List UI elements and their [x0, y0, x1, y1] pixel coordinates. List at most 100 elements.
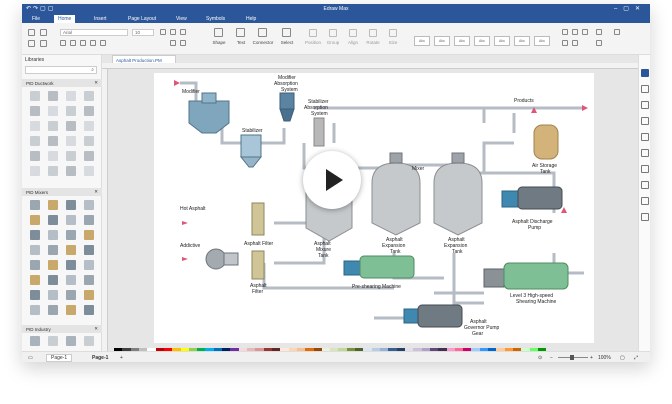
style-swatch-4[interactable]: Abc	[474, 36, 490, 46]
library-shape[interactable]	[30, 336, 40, 346]
library-shape[interactable]	[66, 230, 76, 240]
comment-panel-icon[interactable]	[641, 197, 649, 205]
cut-icon[interactable]	[28, 29, 35, 36]
library-shape[interactable]	[84, 121, 94, 131]
shape-tool-icon[interactable]	[214, 28, 223, 37]
menu-symbols[interactable]: Symbols	[202, 15, 229, 23]
font-color-icon[interactable]	[100, 40, 106, 46]
library-shape[interactable]	[84, 336, 94, 346]
shadow-icon[interactable]	[582, 29, 588, 35]
library-shape[interactable]	[48, 166, 58, 176]
group-label[interactable]: Group	[322, 40, 344, 45]
library-shape[interactable]	[30, 275, 40, 285]
library-shape[interactable]	[30, 290, 40, 300]
library-shape[interactable]	[30, 136, 40, 146]
select-tool-label[interactable]: Select	[276, 40, 298, 45]
align-icon[interactable]	[180, 29, 186, 35]
list-icon[interactable]	[170, 40, 176, 46]
library-shape[interactable]	[48, 275, 58, 285]
library-shape[interactable]	[84, 136, 94, 146]
library-shape[interactable]	[30, 230, 40, 240]
page-tab[interactable]: Page-1	[92, 355, 108, 361]
rotate-icon[interactable]	[369, 29, 377, 37]
tools-icon[interactable]	[596, 40, 602, 46]
library-shape[interactable]	[66, 290, 76, 300]
image-panel-icon[interactable]	[641, 133, 649, 141]
underline-icon[interactable]	[80, 40, 86, 46]
size-label[interactable]: Size	[382, 40, 404, 45]
library-shape[interactable]	[66, 166, 76, 176]
library-shape[interactable]	[84, 215, 94, 225]
library-shape[interactable]	[48, 121, 58, 131]
style-swatch-3[interactable]: Abc	[454, 36, 470, 46]
replace-icon[interactable]	[562, 40, 568, 46]
shape-tool-label[interactable]: Shape	[208, 40, 230, 45]
library-shape[interactable]	[48, 230, 58, 240]
library-shape[interactable]	[30, 305, 40, 315]
strikethrough-icon[interactable]	[90, 40, 96, 46]
menu-insert[interactable]: Insert	[90, 15, 111, 23]
menu-file[interactable]: File	[28, 15, 44, 23]
document-tab[interactable]: Asphalt Production.PM	[112, 55, 176, 63]
library-search-input[interactable]: ⌕	[25, 66, 97, 74]
library-shape[interactable]	[66, 305, 76, 315]
library-shape[interactable]	[66, 245, 76, 255]
page-view-icon[interactable]: ▭	[28, 355, 33, 361]
rotate-label[interactable]: Rotate	[362, 40, 384, 45]
home-panel-icon[interactable]	[641, 69, 649, 77]
page-selector[interactable]: Page-1	[46, 354, 73, 362]
library-shape[interactable]	[84, 106, 94, 116]
library-shape[interactable]	[84, 166, 94, 176]
copy-icon[interactable]	[40, 29, 47, 36]
font-grow-icon[interactable]	[160, 29, 166, 35]
library-shape[interactable]	[30, 91, 40, 101]
zoom-out-icon[interactable]: −	[550, 355, 553, 361]
library-shape[interactable]	[66, 336, 76, 346]
window-controls[interactable]: –▢✕	[614, 5, 646, 12]
library-shape[interactable]	[84, 230, 94, 240]
settings-icon[interactable]	[614, 29, 620, 35]
library-shape[interactable]	[84, 91, 94, 101]
library-shape[interactable]	[66, 136, 76, 146]
library-shape[interactable]	[48, 305, 58, 315]
library-shape[interactable]	[84, 290, 94, 300]
italic-icon[interactable]	[70, 40, 76, 46]
library-shape[interactable]	[30, 106, 40, 116]
library-shape[interactable]	[48, 336, 58, 346]
library-shape[interactable]	[84, 305, 94, 315]
library-shape[interactable]	[30, 245, 40, 255]
close-icon[interactable]: ✕	[94, 80, 98, 86]
library-shape[interactable]	[48, 290, 58, 300]
library-shape[interactable]	[66, 200, 76, 210]
library-shape[interactable]	[48, 91, 58, 101]
font-size-field[interactable]: 10	[132, 29, 154, 36]
style-swatch-5[interactable]: Abc	[494, 36, 510, 46]
position-label[interactable]: Position	[302, 40, 324, 45]
library-shape[interactable]	[84, 151, 94, 161]
library-shape[interactable]	[30, 166, 40, 176]
play-video-button[interactable]	[303, 151, 361, 209]
menu-view[interactable]: View	[172, 15, 191, 23]
connector-tool-label[interactable]: Connector	[248, 40, 278, 45]
indent-icon[interactable]	[180, 40, 186, 46]
library-shape[interactable]	[66, 106, 76, 116]
style-swatch-1[interactable]: Abc	[414, 36, 430, 46]
style-swatch-7[interactable]: Abc	[534, 36, 550, 46]
library-shape[interactable]	[48, 106, 58, 116]
library-shape[interactable]	[30, 121, 40, 131]
fill-panel-icon[interactable]	[641, 85, 649, 93]
fit-page-icon[interactable]: ⊙	[538, 355, 542, 361]
line-icon[interactable]	[572, 29, 578, 35]
size-icon[interactable]	[389, 29, 397, 37]
library-shape[interactable]	[48, 245, 58, 255]
close-icon[interactable]: ✕	[94, 326, 98, 332]
library-shape[interactable]	[48, 200, 58, 210]
library-shape[interactable]	[48, 260, 58, 270]
library-shape[interactable]	[84, 260, 94, 270]
style-swatch-6[interactable]: Abc	[514, 36, 530, 46]
fit-window-icon[interactable]: ▢	[620, 355, 625, 361]
library-shape[interactable]	[66, 91, 76, 101]
fullscreen-icon[interactable]: ⤢	[634, 355, 638, 361]
library-shape[interactable]	[48, 215, 58, 225]
search-icon[interactable]: ⌕	[91, 67, 94, 73]
